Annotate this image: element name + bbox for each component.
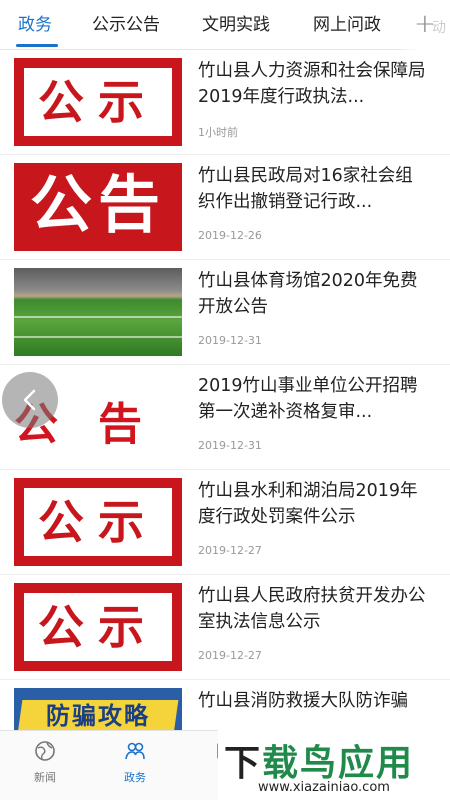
item-date: 2019-12-27 — [198, 544, 262, 557]
thumbnail-notice-image: 公示 — [14, 58, 182, 146]
add-channel-button[interactable]: 动 + — [402, 0, 450, 50]
news-list: 公示 竹山县人力资源和社会保障局2019年度行政执法... 1小时前 公告 竹山… — [0, 50, 450, 730]
list-item[interactable]: 竹山县体育场馆2020年免费开放公告 2019-12-31 — [0, 260, 450, 365]
list-item[interactable]: 公示 竹山县人力资源和社会保障局2019年度行政执法... 1小时前 — [0, 50, 450, 155]
thumbnail-anti-fraud-image: 防骗攻略 — [14, 688, 182, 730]
chevron-left-icon — [23, 389, 36, 411]
list-item[interactable]: 公示 竹山县水利和湖泊局2019年度行政处罚案件公示 2019-12-27 — [0, 470, 450, 575]
nav-label: 政务 — [124, 771, 146, 784]
active-tab-indicator — [16, 44, 58, 47]
watermark-brand: 下载鸟应用 — [224, 743, 415, 784]
tab-zhengwu[interactable]: 政务 — [18, 0, 52, 50]
item-date: 2019-12-26 — [198, 229, 262, 242]
nav-item-zhengwu[interactable]: 政务 — [90, 731, 180, 800]
watermark-url: www.xiazainiao.com — [258, 780, 390, 795]
thumbnail-stadium-image — [14, 268, 182, 356]
item-title: 竹山县消防救援大队防诈骗 — [198, 691, 408, 711]
nav-label: 新闻 — [34, 771, 56, 784]
thumbnail-notice-image: 公示 — [14, 478, 182, 566]
item-date: 2019-12-31 — [198, 334, 262, 347]
plus-icon: + — [414, 9, 436, 39]
nav-item-news[interactable]: 新闻 — [0, 731, 90, 800]
item-title: 竹山县人力资源和社会保障局2019年度行政执法... — [198, 61, 426, 107]
list-item[interactable]: 公示 竹山县人民政府扶贫开发办公室执法信息公示 2019-12-27 — [0, 575, 450, 680]
tab-notices[interactable]: 公示公告 — [92, 0, 160, 50]
item-title: 竹山县水利和湖泊局2019年度行政处罚案件公示 — [198, 481, 418, 527]
item-title: 竹山县体育场馆2020年免费开放公告 — [198, 271, 418, 317]
thumbnail-notice-image: 公示 — [14, 583, 182, 671]
people-icon — [125, 742, 145, 760]
item-date: 2019-12-31 — [198, 439, 262, 452]
watermark-logo: 下载鸟应用 www.xiazainiao.com — [218, 730, 450, 800]
list-item[interactable]: 公告 竹山县民政局对16家社会组织作出撤销登记行政... 2019-12-26 — [0, 155, 450, 260]
tab-civilization-practice[interactable]: 文明实践 — [202, 0, 270, 50]
globe-icon — [35, 741, 55, 761]
item-title: 竹山县民政局对16家社会组织作出撤销登记行政... — [198, 166, 413, 212]
tab-online-inquiry[interactable]: 网上问政 — [313, 0, 381, 50]
item-date: 2019-12-27 — [198, 649, 262, 662]
channel-tab-bar: 政务 公示公告 文明实践 网上问政 动 + — [0, 0, 450, 50]
floating-back-button[interactable] — [2, 372, 58, 428]
item-title: 2019竹山事业单位公开招聘第一次递补资格复审... — [198, 376, 418, 422]
item-title: 竹山县人民政府扶贫开发办公室执法信息公示 — [198, 586, 426, 632]
list-item[interactable]: 公告 2019竹山事业单位公开招聘第一次递补资格复审... 2019-12-31 — [0, 365, 450, 470]
list-item[interactable]: 防骗攻略 竹山县消防救援大队防诈骗 — [0, 680, 450, 730]
item-time: 1小时前 — [198, 126, 238, 139]
thumbnail-announcement-image: 公告 — [14, 163, 182, 251]
